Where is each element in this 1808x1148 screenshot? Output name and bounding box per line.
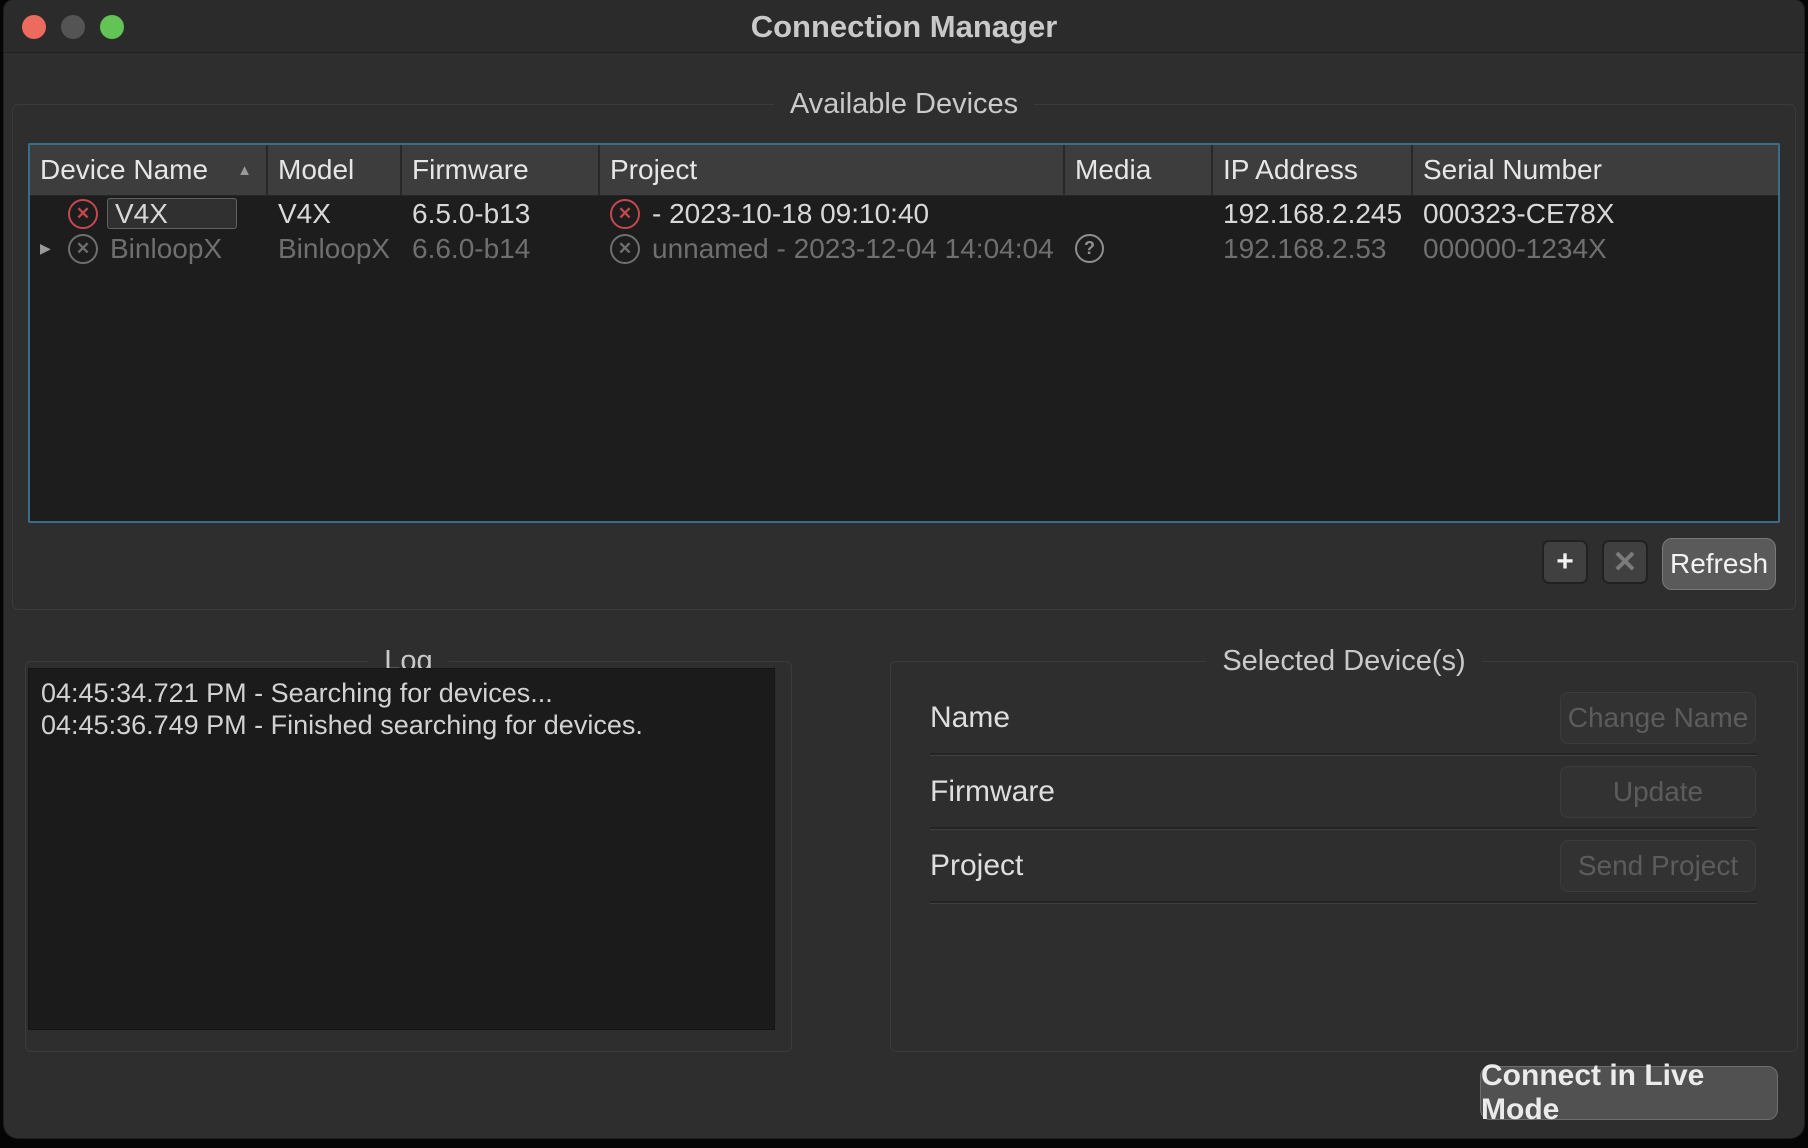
column-header-project[interactable]: Project <box>600 145 1065 195</box>
column-header-device-name[interactable]: Device Name ▲ <box>30 145 268 195</box>
project-cell: ✕ unnamed - 2023-12-04 14:04:04 <box>600 233 1065 265</box>
selected-project-label: Project <box>930 840 1023 892</box>
selected-name-label: Name <box>930 692 1010 744</box>
firmware-cell: 6.5.0-b13 <box>402 198 600 230</box>
media-cell: ? <box>1065 234 1213 263</box>
expand-row-icon[interactable]: ▶ <box>34 240 68 257</box>
column-header-model[interactable]: Model <box>268 145 402 195</box>
send-project-button[interactable]: Send Project <box>1560 840 1756 892</box>
remove-device-button[interactable]: ✕ <box>1602 540 1648 584</box>
project-error-icon: ✕ <box>610 199 640 229</box>
column-header-serial-number[interactable]: Serial Number <box>1413 145 1778 195</box>
column-header-media[interactable]: Media <box>1065 145 1213 195</box>
screen: Connection Manager Available Devices Dev… <box>0 0 1808 1148</box>
available-devices-legend: Available Devices <box>774 88 1034 121</box>
separator <box>930 901 1757 904</box>
ip-address-cell: 192.168.2.53 <box>1213 233 1413 265</box>
separator <box>930 827 1757 830</box>
window-title: Connection Manager <box>4 0 1804 52</box>
project-text: - 2023-10-18 09:10:40 <box>652 198 929 230</box>
model-cell: BinloopX <box>268 233 402 265</box>
update-firmware-button[interactable]: Update <box>1560 766 1756 818</box>
selected-devices-legend: Selected Device(s) <box>1206 645 1481 678</box>
firmware-cell: 6.6.0-b14 <box>402 233 600 265</box>
refresh-button[interactable]: Refresh <box>1662 538 1776 590</box>
model-cell: V4X <box>268 198 402 230</box>
device-name-text: BinloopX <box>110 233 222 265</box>
project-status-icon: ✕ <box>610 234 640 264</box>
log-line: 04:45:34.721 PM - Searching for devices.… <box>41 677 762 709</box>
add-device-button[interactable]: + <box>1542 540 1588 584</box>
change-name-button[interactable]: Change Name <box>1560 692 1756 744</box>
project-cell: ✕ - 2023-10-18 09:10:40 <box>600 198 1065 230</box>
device-row-v4x[interactable]: ✕ V4X V4X 6.5.0-b13 ✕ - 2023-10-18 09:10… <box>30 196 1778 231</box>
device-name-cell: ▶ ✕ BinloopX <box>30 233 268 265</box>
serial-number-cell: 000323-CE78X <box>1413 198 1778 230</box>
disconnected-status-icon: ✕ <box>68 199 98 229</box>
device-name-edit-field[interactable]: V4X <box>107 198 237 229</box>
column-header-ip-address[interactable]: IP Address <box>1213 145 1413 195</box>
serial-number-cell: 000000-1234X <box>1413 233 1778 265</box>
selected-firmware-label: Firmware <box>930 766 1055 818</box>
ip-address-cell: 192.168.2.245 <box>1213 198 1413 230</box>
column-header-label: Device Name <box>40 154 208 186</box>
project-text: unnamed - 2023-12-04 14:04:04 <box>652 233 1054 265</box>
log-output[interactable]: 04:45:34.721 PM - Searching for devices.… <box>28 668 775 1030</box>
log-line: 04:45:36.749 PM - Finished searching for… <box>41 709 762 741</box>
sort-ascending-icon: ▲ <box>237 162 252 179</box>
devices-table-header: Device Name ▲ Model Firmware Project Med… <box>30 145 1778 196</box>
column-header-firmware[interactable]: Firmware <box>402 145 600 195</box>
connect-in-live-mode-button[interactable]: Connect in Live Mode <box>1480 1066 1778 1120</box>
separator <box>930 753 1757 756</box>
connection-manager-window: Connection Manager Available Devices Dev… <box>4 0 1804 1138</box>
title-bar: Connection Manager <box>4 0 1804 53</box>
device-row-binloopx[interactable]: ▶ ✕ BinloopX BinloopX 6.6.0-b14 ✕ unname… <box>30 231 1778 266</box>
device-name-cell: ✕ V4X <box>30 198 268 229</box>
media-unknown-icon: ? <box>1075 234 1104 263</box>
devices-table[interactable]: Device Name ▲ Model Firmware Project Med… <box>28 143 1780 523</box>
disconnected-status-icon: ✕ <box>68 234 98 264</box>
